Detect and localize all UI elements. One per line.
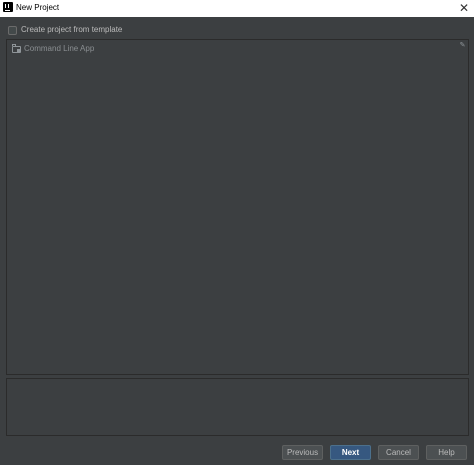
edit-icon[interactable]: ✎ (459, 42, 466, 49)
previous-button[interactable]: Previous (282, 445, 323, 460)
template-description-panel (6, 378, 469, 436)
folder-icon (12, 43, 21, 53)
template-item-label: Command Line App (24, 44, 95, 53)
create-from-template-checkbox[interactable] (8, 25, 17, 35)
create-from-template-label[interactable]: Create project from template (21, 25, 122, 35)
title-bar: New Project ✕ (0, 0, 474, 17)
next-button[interactable]: Next (330, 445, 371, 460)
template-item-command-line-app[interactable]: Command Line App (12, 43, 94, 55)
template-list[interactable]: Command Line App ✎ (6, 39, 469, 375)
cancel-button[interactable]: Cancel (378, 445, 419, 460)
help-button[interactable]: Help (426, 445, 467, 460)
create-from-template-option[interactable]: Create project from template (8, 24, 122, 36)
close-icon[interactable]: ✕ (456, 0, 472, 16)
intellij-icon (3, 2, 13, 12)
window-title: New Project (16, 3, 60, 12)
